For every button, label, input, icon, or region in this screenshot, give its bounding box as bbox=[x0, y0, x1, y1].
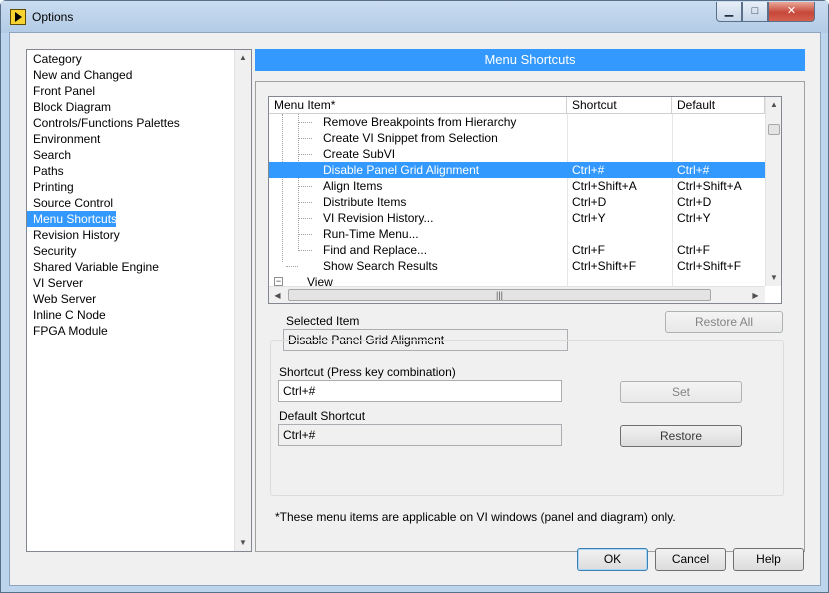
category-item-revision-history[interactable]: Revision History bbox=[27, 227, 120, 243]
maximize-button[interactable]: □ bbox=[742, 2, 768, 22]
tree-horizontal-scrollbar[interactable]: ◀ ||| ▶ bbox=[269, 286, 765, 303]
menu-shortcuts-panel: Menu Item* Shortcut Default Remove Break… bbox=[255, 81, 805, 552]
restore-button[interactable]: Restore bbox=[620, 425, 742, 447]
menu-item-label: Show Search Results bbox=[323, 259, 438, 273]
category-list[interactable]: Category New and Changed Front Panel Blo… bbox=[26, 49, 252, 552]
category-item-controls-functions-palettes[interactable]: Controls/Functions Palettes bbox=[27, 115, 180, 131]
column-header-shortcut[interactable]: Shortcut bbox=[567, 97, 672, 114]
menu-item-label: Find and Replace... bbox=[323, 243, 428, 257]
minimize-button[interactable]: ▁ bbox=[716, 2, 742, 22]
shortcut-value: Ctrl+# bbox=[572, 163, 605, 177]
category-item-source-control[interactable]: Source Control bbox=[27, 195, 113, 211]
footnote-text: *These menu items are applicable on VI w… bbox=[275, 510, 676, 524]
menu-item-label: Disable Panel Grid Alignment bbox=[323, 163, 480, 177]
tree-row-find-and-replace[interactable]: Find and Replace... Ctrl+F Ctrl+F bbox=[269, 242, 765, 258]
maximize-icon: □ bbox=[751, 5, 759, 17]
options-window: Options ▁ □ ✕ Category New and Changed F… bbox=[0, 0, 829, 593]
tree-row-create-subvi[interactable]: Create SubVI bbox=[269, 146, 765, 162]
category-item-environment[interactable]: Environment bbox=[27, 131, 100, 147]
category-item-menu-shortcuts[interactable]: Menu Shortcuts bbox=[27, 211, 117, 227]
category-scrollbar[interactable]: ▲ ▼ bbox=[234, 50, 251, 551]
category-item-paths[interactable]: Paths bbox=[27, 163, 64, 179]
shortcut-value: Ctrl+D bbox=[572, 195, 607, 209]
close-button[interactable]: ✕ bbox=[768, 2, 815, 22]
menu-item-label: Create VI Snippet from Selection bbox=[323, 131, 498, 145]
window-title: Options bbox=[32, 10, 74, 24]
dialog-body: Category New and Changed Front Panel Blo… bbox=[9, 32, 821, 586]
category-item-front-panel[interactable]: Front Panel bbox=[27, 83, 95, 99]
shortcut-value: Ctrl+Y bbox=[572, 211, 606, 225]
category-item-search[interactable]: Search bbox=[27, 147, 71, 163]
tree-row-show-search-results[interactable]: Show Search Results Ctrl+Shift+F Ctrl+Sh… bbox=[269, 258, 765, 274]
ok-button[interactable]: OK bbox=[577, 548, 648, 571]
scroll-thumb[interactable]: ||| bbox=[288, 289, 711, 301]
default-value: Ctrl+Shift+F bbox=[677, 259, 742, 273]
menu-item-label: VI Revision History... bbox=[323, 211, 434, 225]
menu-item-label: Remove Breakpoints from Hierarchy bbox=[323, 115, 517, 129]
scroll-up-arrow-icon[interactable]: ▲ bbox=[766, 97, 781, 113]
scroll-down-arrow-icon[interactable]: ▼ bbox=[235, 535, 251, 551]
default-value: Ctrl+Shift+A bbox=[677, 179, 742, 193]
cancel-button[interactable]: Cancel bbox=[655, 548, 726, 571]
set-button[interactable]: Set bbox=[620, 381, 742, 403]
selected-item-label: Selected Item bbox=[286, 314, 360, 328]
shortcut-input[interactable]: Ctrl+# bbox=[278, 380, 562, 402]
shortcut-value: Ctrl+Shift+F bbox=[572, 259, 637, 273]
category-item-block-diagram[interactable]: Block Diagram bbox=[27, 99, 111, 115]
tree-row-vi-revision-history[interactable]: VI Revision History... Ctrl+Y Ctrl+Y bbox=[269, 210, 765, 226]
menu-item-label: Align Items bbox=[323, 179, 383, 193]
category-item-security[interactable]: Security bbox=[27, 243, 76, 259]
shortcut-value: Ctrl+F bbox=[572, 243, 605, 257]
default-shortcut-field: Ctrl+# bbox=[278, 424, 562, 446]
default-value: Ctrl+F bbox=[677, 243, 710, 257]
menu-item-label: Distribute Items bbox=[323, 195, 407, 209]
minimize-icon: ▁ bbox=[724, 5, 734, 17]
category-item-fpga-module[interactable]: FPGA Module bbox=[27, 323, 108, 339]
category-item-vi-server[interactable]: VI Server bbox=[27, 275, 83, 291]
tree-row-remove-breakpoints[interactable]: Remove Breakpoints from Hierarchy bbox=[269, 114, 765, 130]
help-button[interactable]: Help bbox=[733, 548, 804, 571]
tree-row-create-vi-snippet[interactable]: Create VI Snippet from Selection bbox=[269, 130, 765, 146]
default-value: Ctrl+D bbox=[677, 195, 712, 209]
column-header-default[interactable]: Default bbox=[672, 97, 765, 114]
shortcut-value: Ctrl+Shift+A bbox=[572, 179, 637, 193]
labview-app-icon bbox=[10, 9, 26, 25]
tree-vertical-scrollbar[interactable]: ▲ ▼ bbox=[765, 97, 781, 286]
section-title: Menu Shortcuts bbox=[255, 49, 805, 71]
menu-item-label: Run-Time Menu... bbox=[323, 227, 419, 241]
menu-item-label: Create SubVI bbox=[323, 147, 396, 161]
category-item-shared-variable-engine[interactable]: Shared Variable Engine bbox=[27, 259, 159, 275]
tree-row-disable-panel-grid-alignment[interactable]: Disable Panel Grid Alignment Ctrl+# Ctrl… bbox=[269, 162, 765, 178]
shortcut-field-label: Shortcut (Press key combination) bbox=[279, 365, 456, 379]
close-icon: ✕ bbox=[786, 5, 797, 17]
menu-shortcut-tree[interactable]: Menu Item* Shortcut Default Remove Break… bbox=[268, 96, 782, 304]
category-item-new-and-changed[interactable]: New and Changed bbox=[27, 67, 132, 83]
category-item-inline-c-node[interactable]: Inline C Node bbox=[27, 307, 106, 323]
category-item-printing[interactable]: Printing bbox=[27, 179, 74, 195]
scroll-up-arrow-icon[interactable]: ▲ bbox=[235, 50, 251, 66]
tree-row-align-items[interactable]: Align Items Ctrl+Shift+A Ctrl+Shift+A bbox=[269, 178, 765, 194]
column-header-menu-item[interactable]: Menu Item* bbox=[269, 97, 567, 114]
default-shortcut-label: Default Shortcut bbox=[279, 409, 366, 423]
scroll-left-arrow-icon[interactable]: ◀ bbox=[269, 287, 286, 303]
title-bar[interactable]: Options ▁ □ ✕ bbox=[1, 1, 828, 33]
restore-all-button[interactable]: Restore All bbox=[665, 311, 783, 333]
scroll-thumb[interactable] bbox=[768, 124, 780, 135]
scroll-down-arrow-icon[interactable]: ▼ bbox=[766, 270, 781, 286]
tree-row-run-time-menu[interactable]: Run-Time Menu... bbox=[269, 226, 765, 242]
category-list-header: Category bbox=[33, 52, 82, 66]
scroll-right-arrow-icon[interactable]: ▶ bbox=[747, 287, 764, 303]
default-value: Ctrl+# bbox=[677, 163, 710, 177]
category-item-web-server[interactable]: Web Server bbox=[27, 291, 96, 307]
default-value: Ctrl+Y bbox=[677, 211, 711, 225]
tree-row-distribute-items[interactable]: Distribute Items Ctrl+D Ctrl+D bbox=[269, 194, 765, 210]
expand-toggle-icon[interactable]: − bbox=[274, 277, 283, 286]
